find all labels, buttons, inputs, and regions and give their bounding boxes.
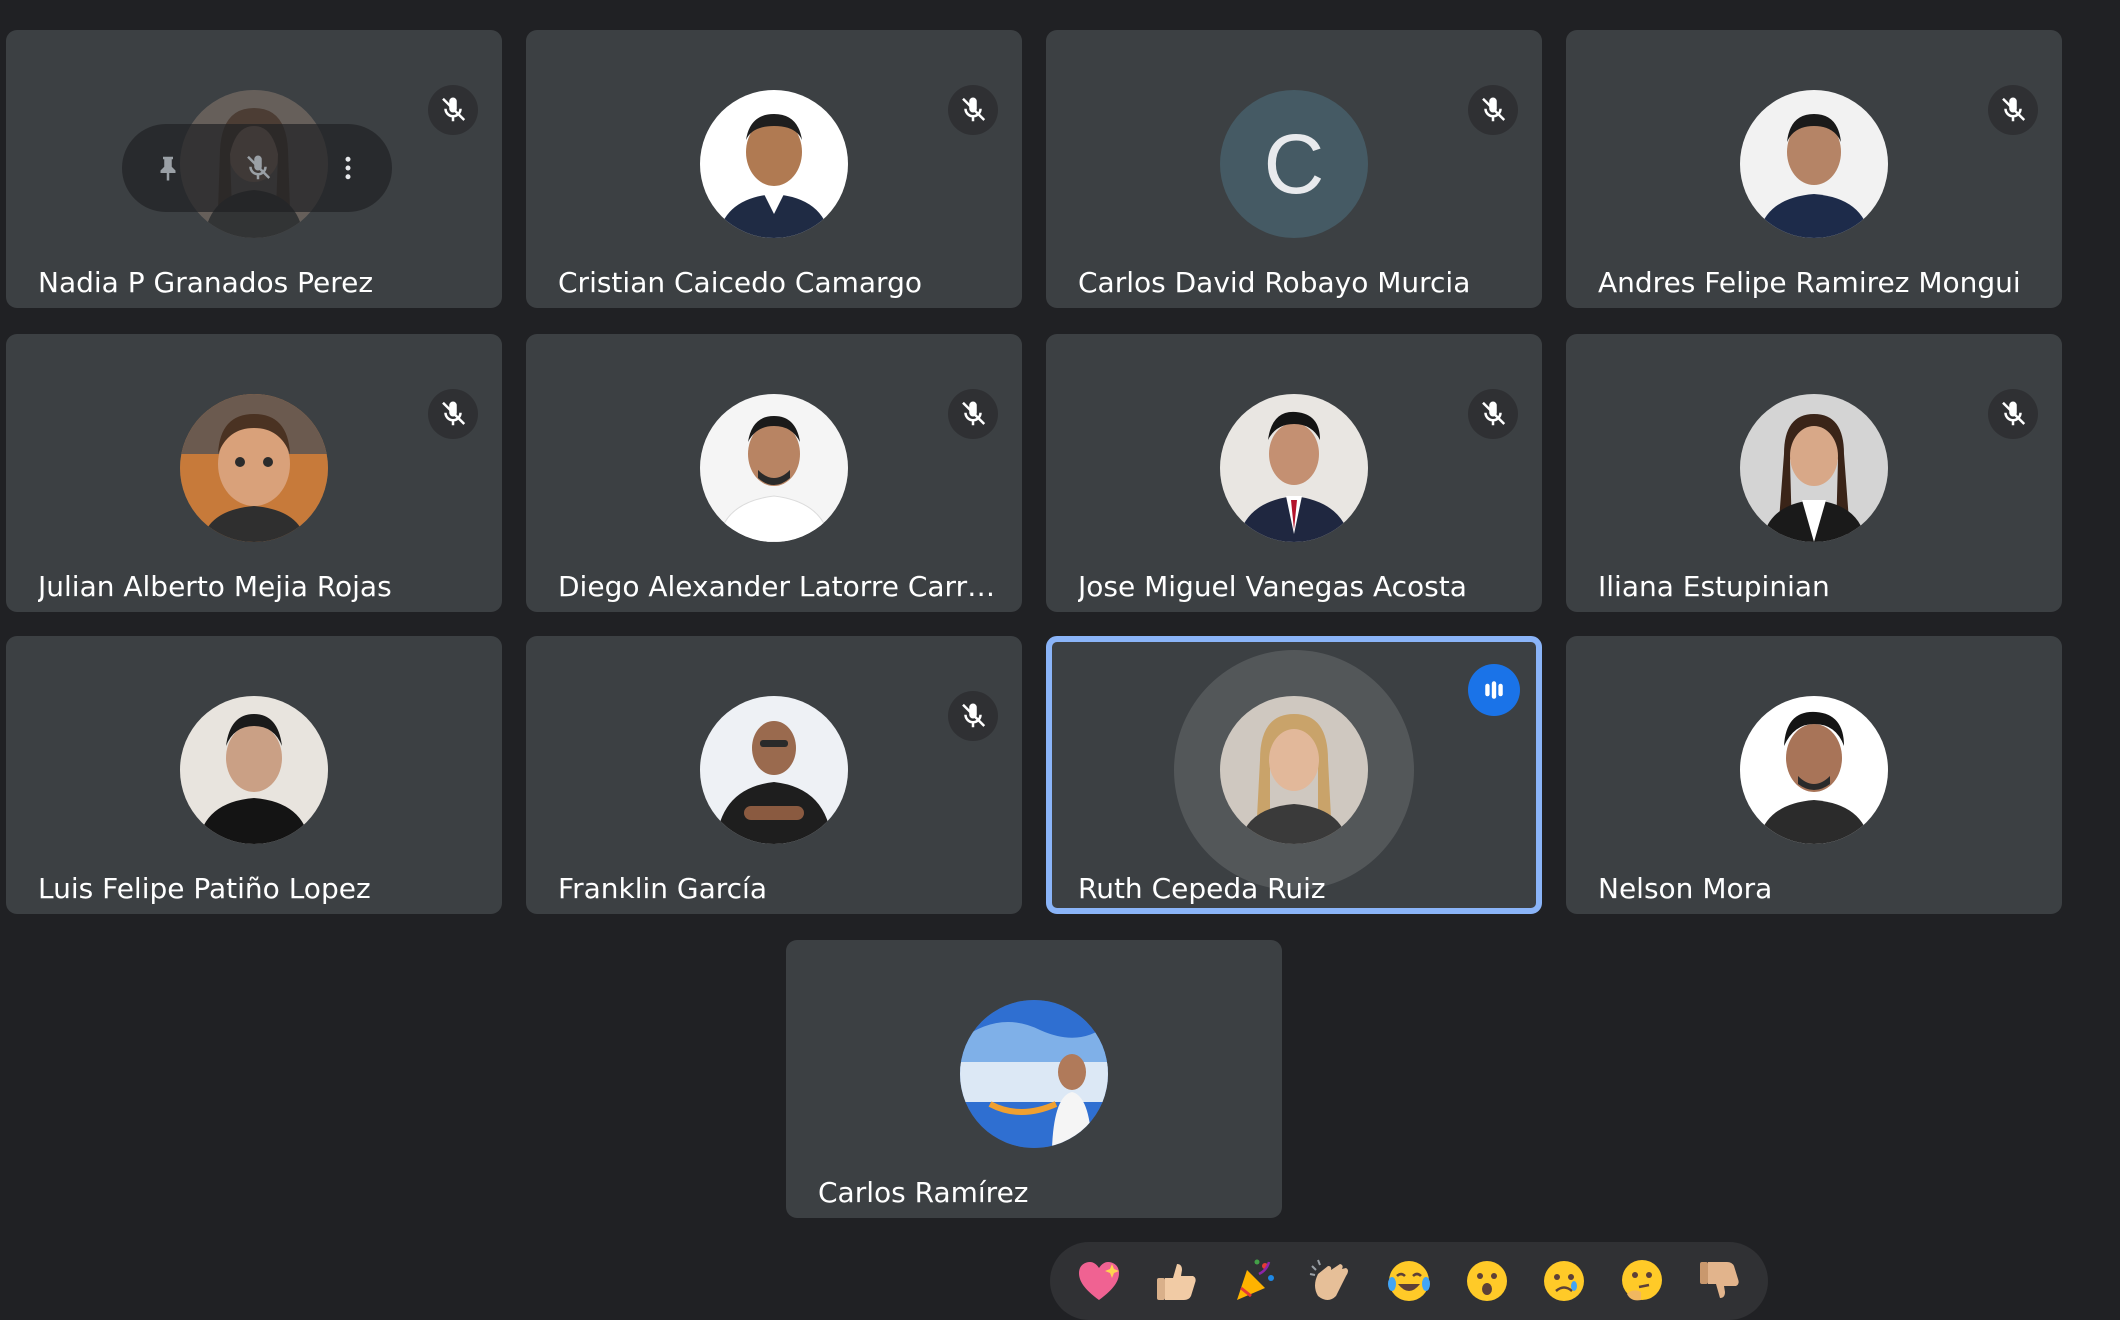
participant-name: Andres Felipe Ramirez Mongui xyxy=(1598,266,2021,299)
participant-name: Cristian Caicedo Camargo xyxy=(558,266,922,299)
sparkling-heart-icon[interactable] xyxy=(1068,1250,1130,1312)
participant-tile[interactable]: Diego Alexander Latorre Carra... xyxy=(526,334,1022,612)
pin-icon[interactable] xyxy=(144,144,192,192)
avatar xyxy=(1220,696,1368,844)
participant-name: Iliana Estupinian xyxy=(1598,570,1830,603)
participant-name: Carlos Ramírez xyxy=(818,1176,1029,1209)
participant-name: Julian Alberto Mejia Rojas xyxy=(38,570,392,603)
participant-name: Diego Alexander Latorre Carra... xyxy=(558,570,998,603)
avatar xyxy=(700,90,848,238)
participant-tile[interactable]: Iliana Estupinian xyxy=(1566,334,2062,612)
mic-off-icon xyxy=(1468,389,1518,439)
mic-off-icon xyxy=(428,85,478,135)
avatar: C xyxy=(1220,90,1368,238)
participant-name: Nadia P Granados Perez xyxy=(38,266,374,299)
avatar xyxy=(1740,696,1888,844)
mic-off-icon xyxy=(1988,85,2038,135)
participant-name: Luis Felipe Patiño Lopez xyxy=(38,872,371,905)
avatar xyxy=(1220,394,1368,542)
party-popper-icon[interactable] xyxy=(1223,1250,1285,1312)
avatar xyxy=(180,696,328,844)
mic-off-icon xyxy=(428,389,478,439)
avatar xyxy=(960,1000,1108,1148)
crying-face-icon[interactable] xyxy=(1533,1250,1595,1312)
mic-off-icon[interactable] xyxy=(234,144,282,192)
participant-name: Franklin García xyxy=(558,872,767,905)
participant-name: Carlos David Robayo Murcia xyxy=(1078,266,1471,299)
participant-tile-speaking[interactable]: Ruth Cepeda Ruiz xyxy=(1046,636,1542,914)
thumbs-up-icon[interactable] xyxy=(1145,1250,1207,1312)
participant-tile[interactable]: Carlos Ramírez xyxy=(786,940,1282,1218)
surprised-face-icon[interactable] xyxy=(1456,1250,1518,1312)
thumbs-down-icon[interactable] xyxy=(1688,1250,1750,1312)
avatar xyxy=(1740,394,1888,542)
mic-off-icon xyxy=(948,691,998,741)
participant-tile[interactable]: Luis Felipe Patiño Lopez xyxy=(6,636,502,914)
audio-level-icon xyxy=(1468,664,1520,716)
avatar xyxy=(1740,90,1888,238)
thinking-face-icon[interactable] xyxy=(1611,1250,1673,1312)
participant-tile[interactable]: Julian Alberto Mejia Rojas xyxy=(6,334,502,612)
participant-tile[interactable]: Cristian Caicedo Camargo xyxy=(526,30,1022,308)
mic-off-icon xyxy=(948,85,998,135)
clapping-hands-icon[interactable] xyxy=(1300,1250,1362,1312)
avatar xyxy=(700,394,848,542)
participant-name: Ruth Cepeda Ruiz xyxy=(1078,872,1326,905)
participant-tile[interactable]: Nadia P Granados Perez xyxy=(6,30,502,308)
mic-off-icon xyxy=(1988,389,2038,439)
tears-of-joy-icon[interactable] xyxy=(1378,1250,1440,1312)
reactions-bar xyxy=(1050,1242,1768,1320)
mic-off-icon xyxy=(948,389,998,439)
participant-tile[interactable]: C Carlos David Robayo Murcia xyxy=(1046,30,1542,308)
participant-tile[interactable]: Andres Felipe Ramirez Mongui xyxy=(1566,30,2062,308)
avatar xyxy=(700,696,848,844)
participant-name: Nelson Mora xyxy=(1598,872,1773,905)
avatar xyxy=(180,394,328,542)
participant-tile[interactable]: Nelson Mora xyxy=(1566,636,2062,914)
participant-tile[interactable]: Franklin García xyxy=(526,636,1022,914)
more-vert-icon[interactable] xyxy=(324,144,372,192)
participant-name: Jose Miguel Vanegas Acosta xyxy=(1078,570,1467,603)
mic-off-icon xyxy=(1468,85,1518,135)
participant-tile[interactable]: Jose Miguel Vanegas Acosta xyxy=(1046,334,1542,612)
